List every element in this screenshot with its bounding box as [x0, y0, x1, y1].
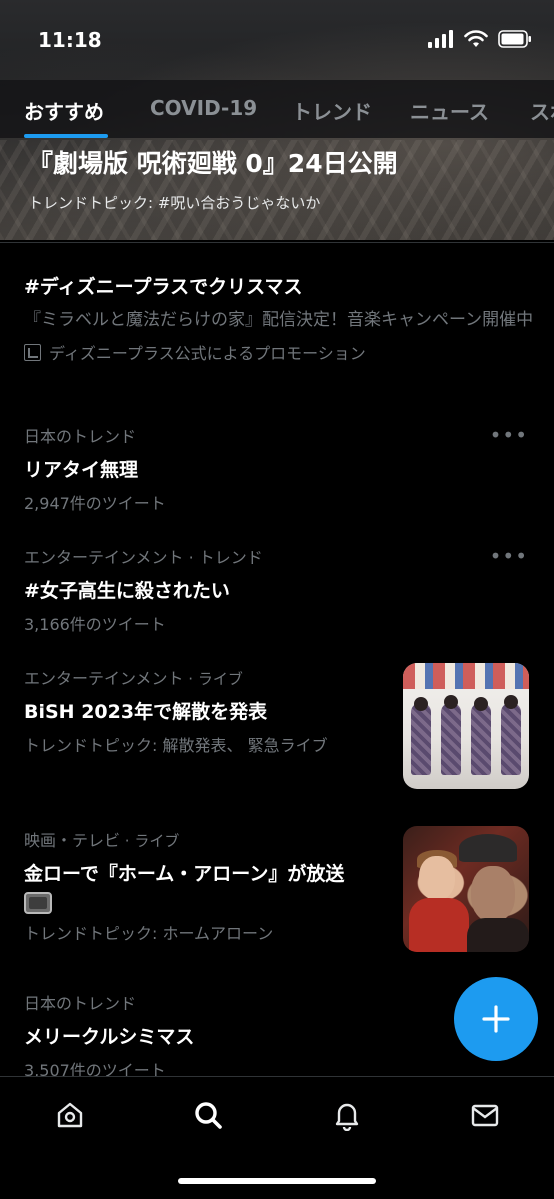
explore-tabs: おすすめ COVID-19 トレンド ニュース スポ: [0, 80, 554, 138]
search-icon: [195, 1102, 222, 1129]
trend-category: エンターテインメント: [24, 669, 184, 688]
trend-tweet-count: 3,166件のツイート: [24, 615, 166, 634]
active-tab-indicator: [24, 134, 108, 138]
status-icons: [428, 30, 532, 48]
hero-trend[interactable]: 『劇場版 呪術廻戦 0』24日公開 トレンドトピック: #呪い合おうじゃないか: [28, 144, 548, 213]
trend-context: エンターテインメント · ライブ: [24, 665, 328, 689]
promoted-trend[interactable]: #ディズニープラスでクリスマス 『ミラベルと魔法だらけの家』配信決定！音楽キャン…: [24, 272, 534, 364]
promoted-title: #ディズニープラスでクリスマス: [24, 276, 303, 298]
wifi-icon: [464, 30, 488, 47]
trend-title: メリークルシミマス: [24, 1026, 195, 1048]
trend-live-label: · ライブ: [120, 832, 180, 850]
trend-title: 金ローで『ホーム・アローン』が放送: [24, 863, 345, 885]
promoted-icon: [24, 343, 41, 361]
trend-topic: トレンドトピック: 解散発表、 緊急ライブ: [24, 736, 328, 755]
status-time: 11:18: [38, 28, 102, 52]
trend-title: リアタイ無理: [24, 459, 139, 481]
television-icon: [24, 892, 52, 914]
more-options-icon[interactable]: •••: [490, 544, 528, 568]
trend-title: BiSH 2023年で解散を発表: [24, 701, 268, 723]
nav-notifications[interactable]: [329, 1097, 365, 1133]
nav-messages[interactable]: [467, 1097, 503, 1133]
trend-topic: トレンドトピック: ホームアローン: [24, 924, 274, 943]
tab-sports[interactable]: スポ: [530, 96, 554, 125]
compose-tweet-button[interactable]: [454, 977, 538, 1061]
trend-title: #女子高生に殺されたい: [24, 580, 230, 602]
plus-icon: [482, 1005, 510, 1033]
tab-recommended[interactable]: おすすめ: [24, 96, 104, 125]
promoted-by: ディズニープラス公式によるプロモーション: [24, 340, 534, 364]
trend-live-label: · ライブ: [183, 670, 243, 688]
battery-icon: [498, 30, 531, 48]
trend-item[interactable]: エンターテインメント · トレンド #女子高生に殺されたい 3,166件のツイー…: [24, 544, 263, 635]
tab-news[interactable]: ニュース: [410, 96, 489, 125]
more-options-icon[interactable]: •••: [490, 423, 528, 447]
trend-tweet-count: 2,947件のツイート: [24, 494, 166, 513]
hero-title: 『劇場版 呪術廻戦 0』24日公開: [28, 149, 398, 178]
trend-thumbnail-image[interactable]: [403, 663, 529, 789]
trend-item[interactable]: 日本のトレンド メリークルシミマス 3,507件のツイート: [24, 990, 194, 1081]
nav-search[interactable]: [190, 1097, 226, 1133]
trend-item[interactable]: 日本のトレンド リアタイ無理 2,947件のツイート: [24, 423, 166, 514]
trend-context: 日本のトレンド: [24, 427, 137, 446]
status-bar: 11:18: [0, 0, 554, 80]
promoted-by-label: ディズニープラス公式によるプロモーション: [49, 344, 366, 363]
trend-category: 映画・テレビ: [24, 831, 121, 850]
hero-subtitle: トレンドトピック: #呪い合おうじゃないか: [28, 194, 321, 212]
promoted-description: 『ミラベルと魔法だらけの家』配信決定！音楽キャンペーン開催中: [24, 310, 534, 330]
trend-context: 日本のトレンド: [24, 994, 137, 1013]
cellular-signal-icon: [428, 30, 453, 48]
tab-covid19[interactable]: COVID-19: [150, 96, 257, 120]
tab-trending[interactable]: トレンド: [292, 96, 372, 125]
trend-thumbnail-image[interactable]: [403, 826, 529, 952]
trend-context: エンターテインメント · トレンド: [24, 548, 263, 567]
trend-item[interactable]: 映画・テレビ · ライブ 金ローで『ホーム・アローン』が放送 トレンドトピック:…: [24, 827, 344, 944]
trend-item[interactable]: エンターテインメント · ライブ BiSH 2023年で解散を発表 トレンドトピ…: [24, 665, 328, 756]
home-indicator-bar[interactable]: [178, 1178, 376, 1184]
nav-home[interactable]: [52, 1097, 88, 1133]
bell-icon: [335, 1103, 359, 1131]
divider: [0, 242, 554, 243]
trend-context: 映画・テレビ · ライブ: [24, 827, 344, 851]
envelope-icon: [471, 1104, 499, 1127]
home-icon: [57, 1102, 83, 1128]
